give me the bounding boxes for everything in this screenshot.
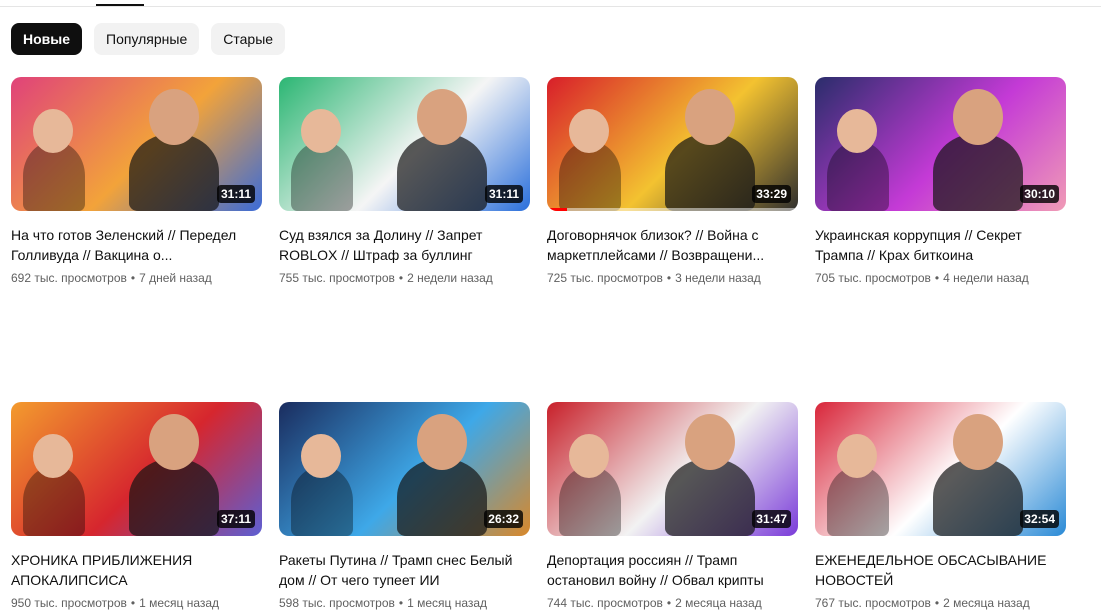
video-thumbnail[interactable]: 26:32 <box>279 402 530 536</box>
video-thumbnail[interactable]: 31:11 <box>279 77 530 211</box>
video-title[interactable]: Суд взялся за Долину // Запрет ROBLOX //… <box>279 225 530 265</box>
meta-separator: • <box>934 271 940 285</box>
video-age: 3 недели назад <box>675 271 761 285</box>
video-duration-badge: 31:47 <box>752 510 791 528</box>
video-age: 2 месяца назад <box>943 596 1030 610</box>
thumbnail-face <box>837 434 877 478</box>
video-metadata: 725 тыс. просмотров • 3 недели назад <box>547 269 798 287</box>
thumbnail-face <box>301 434 341 478</box>
thumbnail-face <box>685 414 735 470</box>
video-duration-badge: 32:54 <box>1020 510 1059 528</box>
video-card[interactable]: 30:10 Украинская коррупция // Секрет Тра… <box>815 77 1066 287</box>
video-thumbnail[interactable]: 32:54 <box>815 402 1066 536</box>
tabs-divider <box>0 6 1101 7</box>
video-metadata: 598 тыс. просмотров • 1 месяц назад <box>279 594 530 612</box>
video-duration-badge: 37:11 <box>216 510 255 528</box>
video-thumbnail[interactable]: 31:11 <box>11 77 262 211</box>
video-age: 1 месяц назад <box>407 596 488 610</box>
video-views: 598 тыс. просмотров <box>279 596 395 610</box>
video-thumbnail[interactable]: 33:29 <box>547 77 798 211</box>
video-duration-badge: 31:11 <box>216 185 255 203</box>
meta-separator: • <box>398 271 404 285</box>
thumbnail-face <box>953 89 1003 145</box>
watch-progress-bar <box>547 208 798 211</box>
video-duration-badge: 31:11 <box>484 185 523 203</box>
video-title[interactable]: ЕЖЕНЕДЕЛЬНОЕ ОБСАСЫВАНИЕ НОВОСТЕЙ <box>815 550 1066 590</box>
video-title[interactable]: Договорнячок близок? // Война с маркетпл… <box>547 225 798 265</box>
video-age: 4 недели назад <box>943 271 1029 285</box>
thumbnail-face <box>417 89 467 145</box>
video-metadata: 767 тыс. просмотров • 2 месяца назад <box>815 594 1066 612</box>
filter-chip-new[interactable]: Новые <box>11 23 83 55</box>
video-duration-badge: 30:10 <box>1020 185 1059 203</box>
video-card[interactable]: 31:11 На что готов Зеленский // Передел … <box>11 77 262 287</box>
video-metadata: 950 тыс. просмотров • 1 месяц назад <box>11 594 262 612</box>
video-title[interactable]: ХРОНИКА ПРИБЛИЖЕНИЯ АПОКАЛИПСИСА <box>11 550 262 590</box>
thumbnail-face <box>569 109 609 153</box>
meta-separator: • <box>934 596 940 610</box>
video-metadata: 692 тыс. просмотров • 7 дней назад <box>11 269 262 287</box>
active-tab-indicator <box>96 4 144 6</box>
thumbnail-face <box>837 109 877 153</box>
video-title[interactable]: Ракеты Путина // Трамп снес Белый дом //… <box>279 550 530 590</box>
video-duration-badge: 26:32 <box>484 510 523 528</box>
video-thumbnail[interactable]: 31:47 <box>547 402 798 536</box>
thumbnail-face <box>301 109 341 153</box>
video-thumbnail[interactable]: 37:11 <box>11 402 262 536</box>
video-views: 725 тыс. просмотров <box>547 271 663 285</box>
video-views: 950 тыс. просмотров <box>11 596 127 610</box>
thumbnail-face <box>149 414 199 470</box>
meta-separator: • <box>130 596 136 610</box>
video-views: 755 тыс. просмотров <box>279 271 395 285</box>
video-metadata: 705 тыс. просмотров • 4 недели назад <box>815 269 1066 287</box>
video-metadata: 744 тыс. просмотров • 2 месяца назад <box>547 594 798 612</box>
video-age: 2 месяца назад <box>675 596 762 610</box>
video-views: 744 тыс. просмотров <box>547 596 663 610</box>
video-grid: 31:11 На что готов Зеленский // Передел … <box>11 77 1066 612</box>
thumbnail-face <box>685 89 735 145</box>
video-card[interactable]: 37:11 ХРОНИКА ПРИБЛИЖЕНИЯ АПОКАЛИПСИСА 9… <box>11 402 262 612</box>
video-title[interactable]: Депортация россиян // Трамп остановил во… <box>547 550 798 590</box>
watch-progress-fill <box>547 208 568 211</box>
video-card[interactable]: 31:11 Суд взялся за Долину // Запрет ROB… <box>279 77 530 287</box>
thumbnail-face <box>569 434 609 478</box>
meta-separator: • <box>666 596 672 610</box>
video-age: 2 недели назад <box>407 271 493 285</box>
thumbnail-face <box>149 89 199 145</box>
video-title[interactable]: На что готов Зеленский // Передел Голлив… <box>11 225 262 265</box>
video-metadata: 755 тыс. просмотров • 2 недели назад <box>279 269 530 287</box>
video-card[interactable]: 32:54 ЕЖЕНЕДЕЛЬНОЕ ОБСАСЫВАНИЕ НОВОСТЕЙ … <box>815 402 1066 612</box>
meta-separator: • <box>398 596 404 610</box>
video-views: 767 тыс. просмотров <box>815 596 931 610</box>
meta-separator: • <box>130 271 136 285</box>
video-thumbnail[interactable]: 30:10 <box>815 77 1066 211</box>
video-card[interactable]: 31:47 Депортация россиян // Трамп остано… <box>547 402 798 612</box>
filter-chip-popular[interactable]: Популярные <box>94 23 200 55</box>
video-card[interactable]: 33:29 Договорнячок близок? // Война с ма… <box>547 77 798 287</box>
video-views: 692 тыс. просмотров <box>11 271 127 285</box>
video-age: 7 дней назад <box>139 271 212 285</box>
thumbnail-face <box>953 414 1003 470</box>
video-views: 705 тыс. просмотров <box>815 271 931 285</box>
meta-separator: • <box>666 271 672 285</box>
sort-filter-chips: Новые Популярные Старые <box>11 23 286 55</box>
video-title[interactable]: Украинская коррупция // Секрет Трампа //… <box>815 225 1066 265</box>
thumbnail-face <box>33 434 73 478</box>
filter-chip-old[interactable]: Старые <box>211 23 286 55</box>
thumbnail-face <box>417 414 467 470</box>
video-duration-badge: 33:29 <box>752 185 791 203</box>
video-age: 1 месяц назад <box>139 596 220 610</box>
video-card[interactable]: 26:32 Ракеты Путина // Трамп снес Белый … <box>279 402 530 612</box>
thumbnail-face <box>33 109 73 153</box>
